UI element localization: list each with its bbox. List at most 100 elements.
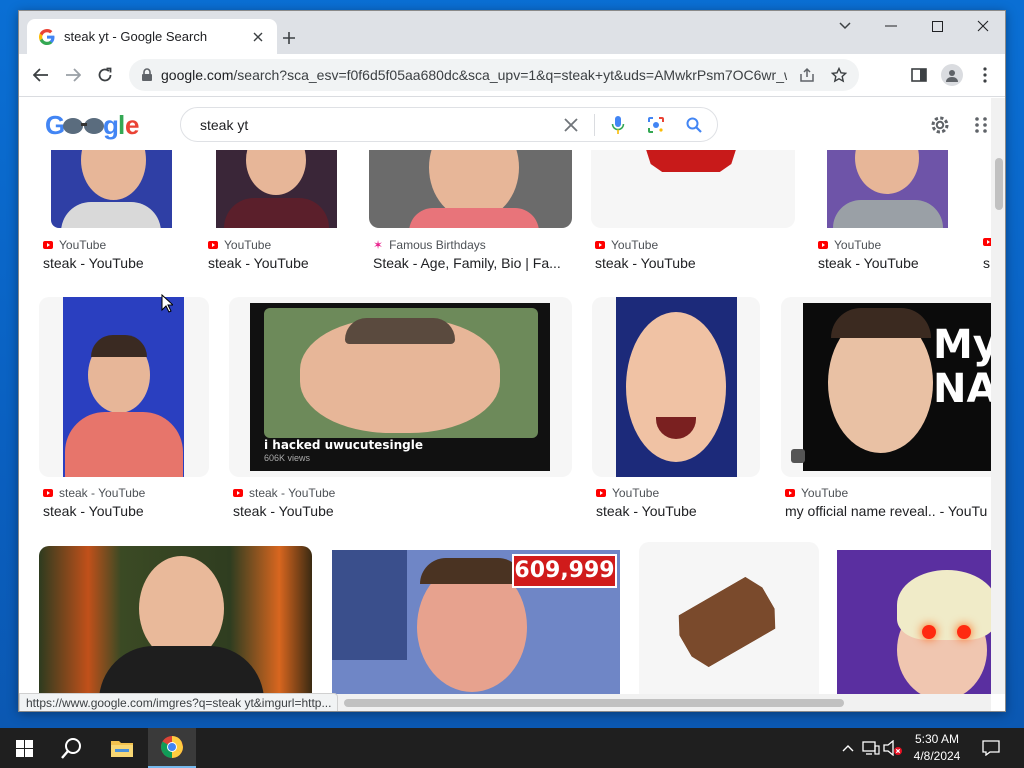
tray-chevron-up-icon[interactable] [838,738,858,758]
result-thumbnail[interactable] [369,150,572,228]
browser-window: steak yt - Google Search google.com/sear… [18,10,1006,712]
result-source: YouTube [818,238,881,252]
browser-menu-icon[interactable] [971,61,999,89]
address-url: google.com/search?sca_esv=f0f6d5f05aa680… [161,67,787,83]
result-thumbnail[interactable] [827,150,948,228]
youtube-icon [596,489,606,497]
settings-gear-icon[interactable] [925,110,955,140]
clock-date: 4/8/2024 [913,749,961,763]
svg-text:l: l [118,110,124,140]
result-thumbnail[interactable] [591,140,795,228]
result-thumbnail[interactable] [51,150,172,228]
close-window-icon[interactable] [960,11,1005,41]
result-title[interactable]: steak - YouTube [43,255,183,271]
bookmark-star-icon[interactable] [827,63,851,87]
taskbar-search-icon[interactable] [48,728,96,768]
browser-toolbar: google.com/search?sca_esv=f0f6d5f05aa680… [19,54,1005,97]
tab-search-chevron-icon[interactable] [822,11,868,41]
result-thumbnail[interactable] [39,546,312,694]
browser-tab[interactable]: steak yt - Google Search [27,19,277,54]
result-title[interactable]: steak - YouTube [595,255,795,271]
notification-icon[interactable] [981,738,1001,758]
tab-strip: steak yt - Google Search [19,11,1005,54]
image-result[interactable]: 609,999 [332,550,620,694]
result-title[interactable]: steak - YouTube [208,255,358,271]
youtube-icon [595,241,605,249]
google-doodle-logo-icon: G g l e [45,110,140,140]
google-apps-icon[interactable] [969,110,991,140]
result-thumbnail[interactable] [39,297,209,477]
youtube-icon [233,489,243,497]
result-thumbnail[interactable]: i hacked uwucutesingle 606K views [229,297,572,477]
image-result[interactable]: YouTube steak - YouTube [592,297,762,529]
vertical-scrollbar[interactable] [991,98,1005,694]
clear-search-icon[interactable] [556,110,586,140]
image-result[interactable]: YouTube steak - YouTube [41,150,191,280]
mouse-cursor-icon [161,294,173,313]
side-panel-icon[interactable] [905,61,933,89]
svg-text:g: g [103,110,118,140]
lock-icon [142,68,152,81]
taskbar-clock[interactable]: 5:30 AM 4/8/2024 [902,731,972,765]
share-icon[interactable] [795,63,819,87]
result-thumbnail[interactable] [639,542,819,694]
vertical-scroll-thumb[interactable] [995,158,1003,210]
result-title[interactable]: s [983,255,991,271]
youtube-icon [43,241,53,249]
network-icon[interactable] [861,738,881,758]
google-favicon-icon [39,28,55,45]
voice-search-mic-icon[interactable] [603,110,633,140]
result-thumbnail[interactable] [592,297,760,477]
search-magnifier-icon[interactable] [679,110,709,140]
clock-time: 5:30 AM [914,732,960,746]
image-result[interactable]: steak - YouTube steak - YouTube [39,297,211,529]
start-windows-icon[interactable] [0,728,48,768]
result-source: steak - YouTube [233,486,335,500]
tab-close-icon[interactable] [249,28,267,46]
image-result[interactable] [837,550,991,694]
image-result[interactable]: ✶ Famous Birthdays Steak - Age, Family, B… [369,150,579,280]
result-title[interactable]: steak - YouTube [233,503,553,519]
video-overlay-title: My NA [933,322,991,412]
lens-search-icon[interactable] [641,110,671,140]
back-arrow-icon[interactable] [27,61,55,89]
new-tab-icon[interactable] [277,26,301,50]
result-source: YouTube [595,238,658,252]
image-result[interactable]: s [981,150,991,280]
result-title[interactable]: steak - YouTube [818,255,968,271]
result-title[interactable]: steak - YouTube [596,503,756,519]
google-logo[interactable]: G g l e [45,110,140,140]
result-title[interactable]: steak - YouTube [43,503,203,519]
volume-muted-icon[interactable] [883,738,903,758]
address-bar[interactable]: google.com/search?sca_esv=f0f6d5f05aa680… [129,59,859,91]
svg-text:e: e [125,110,139,140]
minimize-icon[interactable] [868,11,914,41]
search-divider [594,113,595,136]
result-title[interactable]: my official name reveal.. - YouTu [785,503,990,519]
search-box[interactable]: steak yt [180,107,718,142]
result-thumbnail[interactable]: 609,999 [332,550,620,694]
maximize-icon[interactable] [914,11,960,41]
profile-avatar-icon[interactable] [941,64,963,86]
image-result[interactable] [639,542,819,694]
horizontal-scroll-thumb[interactable] [344,699,844,707]
forward-arrow-icon[interactable] [59,61,87,89]
youtube-icon [818,241,828,249]
result-title[interactable]: Steak - Age, Family, Bio | Fa... [373,255,573,271]
result-thumbnail[interactable]: My NA [781,297,991,477]
chrome-taskbar-icon[interactable] [148,728,196,768]
search-query[interactable]: steak yt [200,117,556,133]
image-result[interactable]: My NA YouTube my official name reveal.. … [781,297,991,529]
file-explorer-icon[interactable] [98,728,146,768]
image-result[interactable]: YouTube steak - YouTube [816,150,976,280]
result-source: YouTube [596,486,659,500]
result-source [983,238,991,246]
reload-icon[interactable] [91,61,119,89]
image-result[interactable] [39,546,312,694]
image-result[interactable]: YouTube steak - YouTube [206,150,366,280]
result-thumbnail[interactable] [837,550,991,694]
image-result[interactable]: i hacked uwucutesingle 606K views steak … [229,297,574,529]
page-content: G g l e steak yt YouTube steak - YouTube… [19,98,991,694]
result-thumbnail[interactable] [216,150,337,228]
image-result[interactable]: YouTube steak - YouTube [591,140,801,280]
